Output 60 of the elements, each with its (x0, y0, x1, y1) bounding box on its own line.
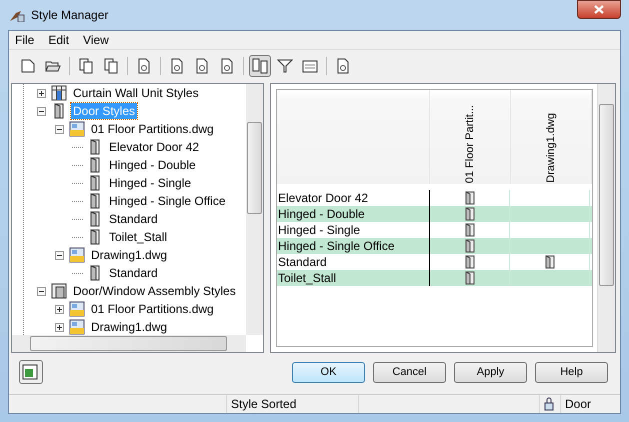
lock-icon (544, 397, 554, 411)
select-drawing-button[interactable] (19, 360, 43, 384)
door-icon (464, 191, 474, 205)
funnel-icon (277, 58, 293, 74)
tree-item[interactable]: Elevator Door 42 (107, 139, 202, 155)
dialog-button[interactable]: Help (535, 362, 608, 382)
expander-toggle[interactable] (55, 304, 64, 314)
curtain-wall-icon (51, 85, 67, 101)
tree-item[interactable]: Curtain Wall Unit Styles (71, 85, 201, 101)
tree-item[interactable]: Toilet_Stall (107, 229, 170, 245)
window-icon (22, 363, 40, 381)
tree-item[interactable]: Hinged - Single Office (107, 193, 228, 209)
horizontal-scrollbar[interactable] (12, 335, 246, 352)
tree-item[interactable]: Drawing1.dwg (89, 247, 170, 263)
tree-item[interactable]: Standard (107, 211, 160, 227)
door-icon (464, 207, 474, 221)
drawing-file-icon (69, 121, 85, 137)
expander-toggle[interactable] (55, 124, 64, 134)
expander-toggle[interactable] (37, 286, 46, 296)
door-icon (464, 223, 474, 237)
tree-item[interactable]: Door/Window Assembly Styles (71, 283, 238, 299)
status-text: Door (564, 396, 592, 413)
door-icon (544, 255, 554, 269)
tree-item[interactable]: Drawing1.dwg (89, 319, 170, 335)
menu-item[interactable]: Edit (48, 33, 70, 47)
tree-item[interactable]: Hinged - Double (107, 157, 198, 173)
vertical-scrollbar[interactable] (246, 84, 263, 335)
close-icon (594, 5, 604, 14)
tree-item[interactable]: Standard (107, 265, 160, 281)
status-text: Style Sorted (227, 395, 359, 413)
tree-item[interactable]: 01 Floor Partitions.dwg (89, 301, 216, 317)
tree-item[interactable]: Hinged - Single (107, 175, 194, 191)
door-icon (464, 271, 474, 285)
dialog-button[interactable]: Apply (454, 362, 527, 382)
toolbar-button[interactable] (249, 55, 271, 77)
app-icon (9, 8, 25, 22)
expander-toggle[interactable] (37, 106, 46, 116)
menu-item[interactable]: File (15, 33, 34, 47)
drawing-file-icon (69, 319, 85, 335)
door-icon (464, 255, 474, 269)
drawing-file-icon (69, 247, 85, 263)
dialog-button[interactable]: Cancel (373, 362, 446, 382)
expander-toggle[interactable] (37, 88, 46, 98)
menu-item[interactable]: View (83, 33, 109, 47)
table-cell: Hinged - Double (277, 206, 430, 222)
page-icon (20, 58, 36, 74)
table-cell: Hinged - Single Office (277, 238, 430, 254)
expander-toggle[interactable] (55, 250, 64, 260)
dialog-button[interactable]: OK (292, 362, 365, 382)
door-icon (464, 239, 474, 253)
column-header: 01 Floor Partit... (464, 104, 476, 183)
tree-item[interactable]: 01 Floor Partitions.dwg (89, 121, 216, 137)
close-button[interactable] (577, 0, 621, 19)
window-title: Style Manager (31, 8, 108, 22)
vertical-scrollbar[interactable] (597, 84, 615, 352)
table-cell: Toilet_Stall (277, 270, 430, 286)
door-window-icon (51, 283, 67, 299)
drawing-file-icon (69, 301, 85, 317)
column-header: Drawing1.dwg (545, 113, 557, 183)
expander-toggle[interactable] (55, 322, 64, 332)
